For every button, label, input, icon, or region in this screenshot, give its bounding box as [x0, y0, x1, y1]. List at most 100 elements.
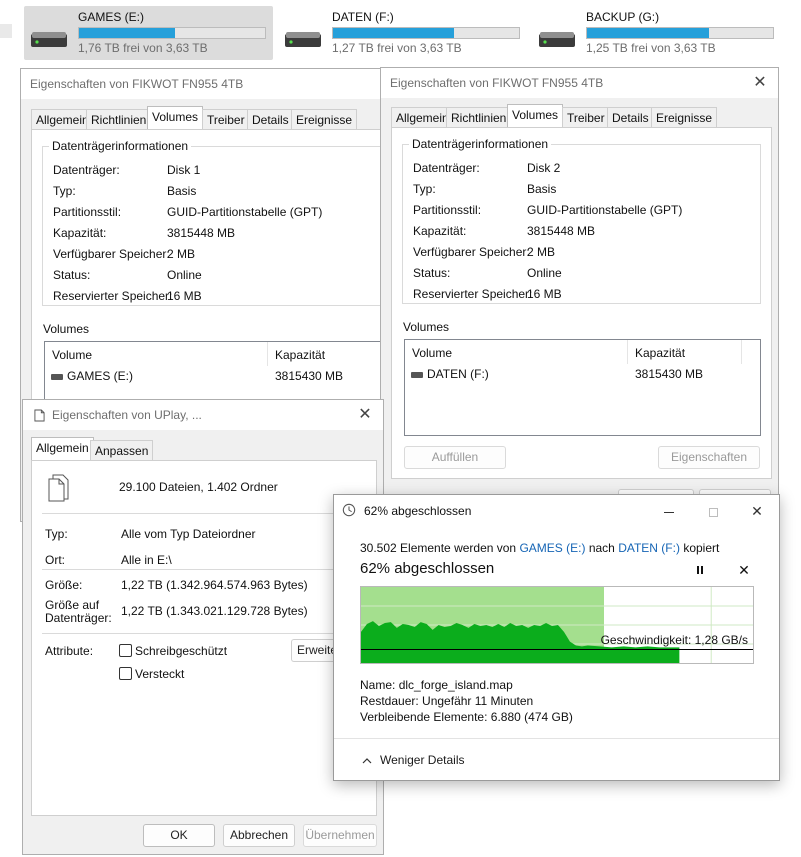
- close-icon: ✕: [751, 503, 763, 519]
- disk-value: Disk 1: [167, 163, 201, 177]
- disk-properties-window-2: Eigenschaften von FIKWOT FN955 4TB ✕ All…: [380, 67, 779, 522]
- fill-button[interactable]: Auffüllen: [404, 446, 506, 469]
- close-icon[interactable]: ✕: [353, 403, 377, 427]
- minimize-button[interactable]: [649, 499, 689, 523]
- drive-name: BACKUP (G:): [586, 10, 660, 24]
- column-header-volume[interactable]: Volume: [412, 346, 452, 360]
- status-label: Status:: [413, 266, 451, 280]
- type-label: Typ:: [413, 182, 436, 196]
- tab-treiber[interactable]: Treiber: [202, 109, 250, 129]
- close-button[interactable]: ✕: [737, 499, 777, 523]
- available-label: Verfügbarer Speicher:: [53, 247, 170, 261]
- apply-button[interactable]: Übernehmen: [303, 824, 377, 847]
- target-link[interactable]: DATEN (F:): [618, 541, 680, 555]
- readonly-checkbox[interactable]: [119, 644, 132, 657]
- size-on-disk-label-1: Größe auf: [45, 598, 100, 612]
- cancel-copy-button[interactable]: ✕: [734, 560, 754, 580]
- capacity-value: 3815448 MB: [527, 224, 596, 238]
- tab-details[interactable]: Details: [247, 109, 294, 129]
- general-page: 29.100 Dateien, 1.402 Ordner Typ: Alle v…: [31, 460, 377, 816]
- properties-button[interactable]: Eigenschaften: [658, 446, 760, 469]
- disk-value: Disk 2: [527, 161, 561, 175]
- tab-ereignisse[interactable]: Ereignisse: [291, 109, 358, 129]
- cancel-icon: ✕: [738, 562, 750, 578]
- tab-anpassen[interactable]: Anpassen: [90, 440, 154, 460]
- dialog-title: 62% abgeschlossen: [364, 504, 472, 518]
- volume-row[interactable]: DATEN (F:): [411, 367, 489, 381]
- close-icon[interactable]: ✕: [748, 71, 772, 95]
- partition-style-value: GUID-Partitionstabelle (GPT): [167, 205, 323, 219]
- drive-usage-bar: [332, 27, 520, 39]
- window-title: Eigenschaften von FIKWOT FN955 4TB: [390, 76, 604, 90]
- volume-row[interactable]: GAMES (E:): [51, 369, 133, 383]
- group-title: Datenträgerinformationen: [49, 139, 192, 153]
- location-value: Alle in E:\: [121, 553, 172, 567]
- cancel-button[interactable]: Abbrechen: [223, 824, 295, 847]
- title-bar: Eigenschaften von FIKWOT FN955 4TB ✕: [381, 68, 778, 98]
- drive-free-space: 1,76 TB frei von 3,63 TB: [78, 41, 208, 55]
- drive-tile-backup[interactable]: BACKUP (G:) 1,25 TB frei von 3,63 TB: [532, 6, 781, 60]
- status-value: Online: [527, 266, 562, 280]
- reserved-value: 16 MB: [527, 287, 562, 301]
- hidden-checkbox[interactable]: [119, 667, 132, 680]
- volumes-label: Volumes: [403, 320, 450, 334]
- column-header-capacity[interactable]: Kapazität: [635, 346, 685, 360]
- tab-richtlinien[interactable]: Richtlinien: [86, 109, 152, 129]
- volume-name: GAMES (E:): [67, 369, 134, 383]
- tab-volumes[interactable]: Volumes: [147, 106, 204, 130]
- ok-button[interactable]: OK: [143, 824, 215, 847]
- disk-label: Datenträger:: [413, 161, 480, 175]
- available-value: 2 MB: [167, 247, 196, 261]
- volume-capacity: 3815430 MB: [275, 369, 344, 383]
- hard-drive-icon: [539, 32, 575, 47]
- status-value: Online: [167, 268, 202, 282]
- tab-allgemein[interactable]: Allgemein: [31, 109, 94, 129]
- drive-tile-games[interactable]: GAMES (E:) 1,76 TB frei von 3,63 TB: [24, 6, 273, 60]
- tab-details[interactable]: Details: [607, 107, 654, 127]
- maximize-button[interactable]: [693, 499, 733, 523]
- drive-name: GAMES (E:): [78, 10, 145, 24]
- time-remaining: Restdauer: Ungefähr 11 Minuten: [360, 694, 534, 708]
- capacity-label: Kapazität:: [413, 224, 467, 238]
- drive-name: DATEN (F:): [332, 10, 394, 24]
- hidden-label: Versteckt: [135, 667, 185, 681]
- pause-button[interactable]: [690, 561, 710, 581]
- drive-usage-bar: [78, 27, 266, 39]
- drive-tile-daten[interactable]: DATEN (F:) 1,27 TB frei von 3,63 TB: [278, 6, 527, 60]
- column-header-volume[interactable]: Volume: [52, 348, 92, 362]
- drive-icon: [51, 373, 63, 380]
- available-label: Verfügbarer Speicher:: [413, 245, 530, 259]
- capacity-label: Kapazität:: [53, 226, 107, 240]
- hard-drive-icon: [285, 32, 321, 47]
- type-label: Typ:: [45, 527, 68, 541]
- volumes-list[interactable]: Volume Kapazität DATEN (F:) 3815430 MB: [404, 339, 761, 436]
- disk-label: Datenträger:: [53, 163, 120, 177]
- tab-strip: Allgemein Richtlinien Volumes Treiber De…: [31, 106, 391, 130]
- chevron-up-icon: [362, 757, 372, 764]
- folder-properties-window: Eigenschaften von UPlay, ... ✕ Allgemein…: [22, 399, 384, 855]
- type-value: Basis: [527, 182, 557, 196]
- tab-allgemein[interactable]: Allgemein: [31, 437, 94, 461]
- tab-richtlinien[interactable]: Richtlinien: [446, 107, 512, 127]
- items-remaining: Verbleibende Elemente: 6.880 (474 GB): [360, 710, 573, 724]
- column-header-capacity[interactable]: Kapazität: [275, 348, 325, 362]
- window-title: Eigenschaften von UPlay, ...: [52, 408, 202, 422]
- tab-ereignisse[interactable]: Ereignisse: [651, 107, 718, 127]
- size-on-disk-value: 1,22 TB (1.343.021.129.728 Bytes): [121, 604, 308, 618]
- title-bar: Eigenschaften von FIKWOT FN955 4TB: [21, 69, 389, 99]
- document-icon: [34, 409, 45, 422]
- tab-allgemein[interactable]: Allgemein: [391, 107, 454, 127]
- drive-free-space: 1,27 TB frei von 3,63 TB: [332, 41, 462, 55]
- tab-volumes[interactable]: Volumes: [507, 104, 564, 128]
- readonly-label: Schreibgeschützt: [135, 644, 228, 658]
- type-value: Basis: [167, 184, 197, 198]
- volume-capacity: 3815430 MB: [635, 367, 704, 381]
- source-link[interactable]: GAMES (E:): [519, 541, 585, 555]
- drive-free-space: 1,25 TB frei von 3,63 TB: [586, 41, 716, 55]
- capacity-value: 3815448 MB: [167, 226, 236, 240]
- copy-description: 30.502 Elemente werden von GAMES (E:) na…: [360, 541, 720, 555]
- speed-label: Geschwindigkeit: 1,28 GB/s: [600, 633, 748, 647]
- tab-treiber[interactable]: Treiber: [562, 107, 610, 127]
- less-details-toggle[interactable]: Weniger Details: [362, 753, 464, 767]
- file-name: Name: dlc_forge_island.map: [360, 678, 513, 692]
